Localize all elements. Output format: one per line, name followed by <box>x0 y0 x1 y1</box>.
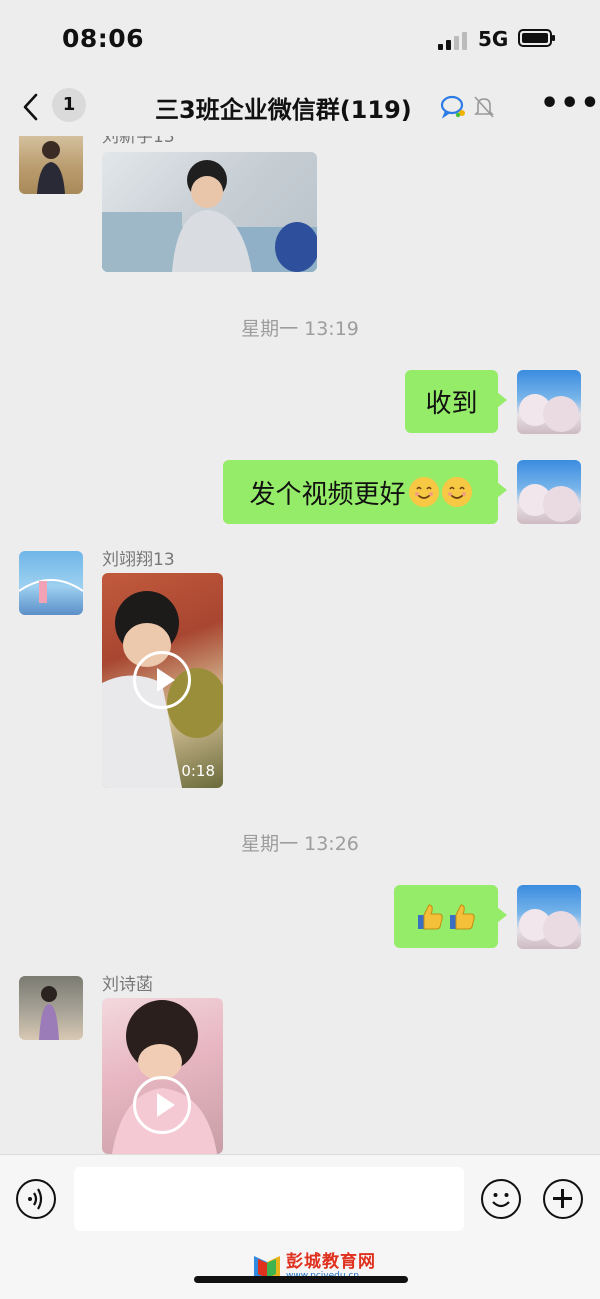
signal-icon <box>438 30 470 50</box>
sender-name: 刘新宇13 <box>102 136 175 147</box>
back-button[interactable] <box>20 92 50 122</box>
chevron-left-icon <box>23 93 38 121</box>
message-input[interactable] <box>74 1167 464 1231</box>
cherry-blossom-avatar <box>519 394 579 432</box>
cherry-blossom-avatar <box>519 484 579 522</box>
emoji-button[interactable] <box>481 1179 521 1219</box>
video-message[interactable]: 0:18 <box>102 573 223 788</box>
title-icons <box>440 94 500 122</box>
watermark-title: 彭城教育网 <box>286 1251 376 1272</box>
play-icon[interactable] <box>133 1076 191 1134</box>
unread-count-badge[interactable]: 1 <box>52 88 86 122</box>
sender-name: 刘翊翔13 <box>102 550 175 570</box>
status-bar: 08:06 5G <box>0 0 600 80</box>
my-text-bubble[interactable]: 发个视频更好 <box>223 460 507 524</box>
cherry-blossom-avatar <box>519 909 579 947</box>
girl-photo-avatar <box>39 986 59 1040</box>
battery-icon <box>518 29 555 47</box>
avatar[interactable] <box>19 551 83 615</box>
smile-emoji-icon <box>408 477 439 507</box>
more-button[interactable]: ••• <box>540 86 600 121</box>
smile-emoji-icon <box>441 477 472 507</box>
video-message[interactable] <box>102 998 223 1154</box>
mute-bell-icon <box>474 96 494 118</box>
photo-image <box>102 160 317 272</box>
play-icon[interactable] <box>133 651 191 709</box>
chat-message-list[interactable]: 刘新宇13 星期一 13:19 收到 发个视频更好 刘翊翔13 0:18 星期一… <box>0 136 600 1154</box>
my-text-bubble[interactable] <box>394 885 507 948</box>
emoji-icon <box>492 1193 510 1208</box>
avatar[interactable] <box>19 976 83 1040</box>
my-avatar[interactable] <box>517 885 581 949</box>
message-text: 发个视频更好 <box>249 479 406 510</box>
status-time: 08:06 <box>62 24 145 53</box>
chat-title: 三3班企业微信群(119) <box>155 96 412 124</box>
message-timestamp: 星期一 13:26 <box>241 833 359 855</box>
message-text: 收到 <box>425 389 478 419</box>
my-avatar[interactable] <box>517 460 581 524</box>
image-message[interactable] <box>102 152 317 272</box>
voice-button[interactable] <box>16 1179 56 1219</box>
bridge-photo-avatar <box>19 579 83 603</box>
message-timestamp: 星期一 13:19 <box>241 318 359 340</box>
avatar[interactable] <box>19 136 83 194</box>
enterprise-chat-icon <box>440 95 465 119</box>
chat-header: 1 三3班企业微信群(119) ••• <box>0 80 600 136</box>
girl-field-avatar <box>37 141 65 194</box>
my-avatar[interactable] <box>517 370 581 434</box>
thumbs-up-emoji-icon <box>418 903 443 929</box>
video-duration: 0:18 <box>181 762 215 780</box>
home-indicator[interactable] <box>194 1276 408 1283</box>
thumbs-up-emoji-icon <box>450 903 475 929</box>
network-type: 5G <box>478 27 509 51</box>
sender-name: 刘诗菡 <box>102 975 153 995</box>
add-button[interactable] <box>543 1179 583 1219</box>
voice-icon <box>28 1188 43 1210</box>
my-text-bubble[interactable]: 收到 <box>405 370 507 433</box>
